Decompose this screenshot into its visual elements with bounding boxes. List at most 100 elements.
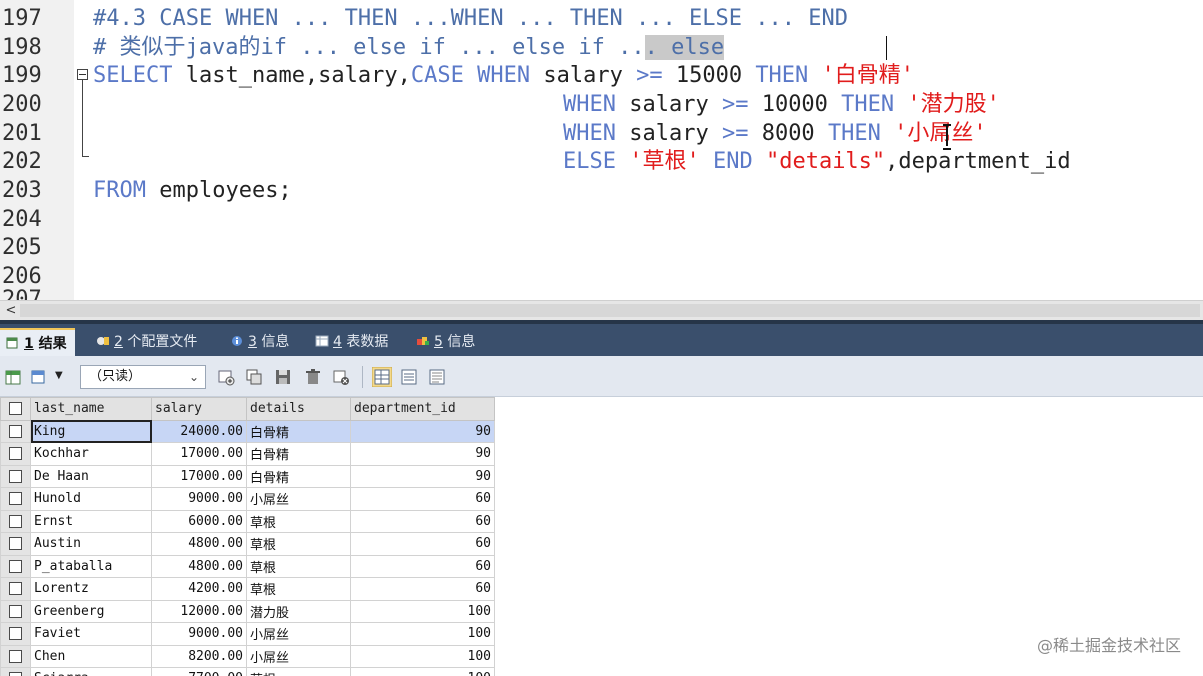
cell-department-id[interactable]: 90 <box>350 419 495 443</box>
cell-salary[interactable]: 7700.00 <box>151 667 247 676</box>
table-row[interactable]: Lorentz 4200.00 草根 60 <box>0 577 495 601</box>
cell-details[interactable]: 白骨精 <box>246 442 351 466</box>
cell-last-name[interactable]: Lorentz <box>30 577 152 601</box>
column-header-details[interactable]: details <box>246 397 351 421</box>
cell-department-id[interactable]: 100 <box>350 599 495 623</box>
table-row[interactable]: P_ataballa 4800.00 草根 60 <box>0 554 495 578</box>
row-checkbox[interactable] <box>0 622 31 646</box>
table-row[interactable]: King 24000.00 白骨精 90 <box>0 419 495 443</box>
cell-last-name[interactable]: King <box>30 419 152 443</box>
table-row[interactable]: Greenberg 12000.00 潜力股 100 <box>0 599 495 623</box>
dropdown-arrow-icon[interactable]: ▼ <box>55 370 63 381</box>
export-grid-icon[interactable] <box>4 368 22 386</box>
cell-last-name[interactable]: Greenberg <box>30 599 152 623</box>
cell-details[interactable]: 草根 <box>246 667 351 676</box>
cell-department-id[interactable]: 100 <box>350 667 495 676</box>
table-row[interactable]: Ernst 6000.00 草根 60 <box>0 509 495 533</box>
cell-department-id[interactable]: 90 <box>350 464 495 488</box>
cell-last-name[interactable]: Sciarra <box>30 667 152 676</box>
cell-department-id[interactable]: 60 <box>350 509 495 533</box>
tab-info[interactable]: 5 信息 <box>416 328 475 356</box>
result-grid[interactable]: last_name salary details department_id K… <box>0 397 1203 676</box>
row-checkbox[interactable] <box>0 419 31 443</box>
cell-salary[interactable]: 24000.00 <box>151 419 247 443</box>
fold-collapse-icon[interactable] <box>77 69 88 80</box>
cell-last-name[interactable]: Faviet <box>30 622 152 646</box>
cell-last-name[interactable]: Kochhar <box>30 442 152 466</box>
column-header-last-name[interactable]: last_name <box>30 397 152 421</box>
tab-messages[interactable]: 3 信息 <box>230 328 289 356</box>
cell-details[interactable]: 白骨精 <box>246 464 351 488</box>
cell-details[interactable]: 草根 <box>246 554 351 578</box>
cell-department-id[interactable]: 100 <box>350 644 495 668</box>
table-row[interactable]: Hunold 9000.00 小屌丝 60 <box>0 487 495 511</box>
cell-details[interactable]: 草根 <box>246 509 351 533</box>
cell-details[interactable]: 小屌丝 <box>246 622 351 646</box>
cell-salary[interactable]: 4800.00 <box>151 554 247 578</box>
cell-department-id[interactable]: 60 <box>350 577 495 601</box>
cell-salary[interactable]: 12000.00 <box>151 599 247 623</box>
delete-icon[interactable] <box>304 368 322 386</box>
select-all-checkbox[interactable] <box>0 397 31 421</box>
sql-editor[interactable]: 197 198 199 200 201 202 203 204 205 206 … <box>0 0 1203 300</box>
cell-details[interactable]: 草根 <box>246 532 351 556</box>
cell-details[interactable]: 白骨精 <box>246 419 351 443</box>
table-row[interactable]: Austin 4800.00 草根 60 <box>0 532 495 556</box>
row-checkbox[interactable] <box>0 554 31 578</box>
scroll-left-arrow-icon[interactable]: < <box>4 301 18 320</box>
cell-last-name[interactable]: Hunold <box>30 487 152 511</box>
cell-department-id[interactable]: 90 <box>350 442 495 466</box>
row-checkbox[interactable] <box>0 599 31 623</box>
cell-salary[interactable]: 17000.00 <box>151 464 247 488</box>
form-view-icon[interactable] <box>400 368 418 386</box>
cell-details[interactable]: 草根 <box>246 577 351 601</box>
table-row[interactable]: De Haan 17000.00 白骨精 90 <box>0 464 495 488</box>
cell-department-id[interactable]: 60 <box>350 554 495 578</box>
cell-department-id[interactable]: 100 <box>350 622 495 646</box>
duplicate-row-icon[interactable] <box>245 368 263 386</box>
cell-salary[interactable]: 6000.00 <box>151 509 247 533</box>
readonly-mode-select[interactable]: （只读） ⌄ <box>80 365 206 389</box>
row-checkbox[interactable] <box>0 464 31 488</box>
import-grid-icon[interactable] <box>30 368 48 386</box>
cell-salary[interactable]: 9000.00 <box>151 622 247 646</box>
cell-salary[interactable]: 4200.00 <box>151 577 247 601</box>
grid-view-icon[interactable] <box>372 367 392 387</box>
row-checkbox[interactable] <box>0 577 31 601</box>
editor-horizontal-scrollbar[interactable]: < <box>0 300 1203 320</box>
add-row-icon[interactable] <box>217 368 235 386</box>
column-header-department-id[interactable]: department_id <box>350 397 495 421</box>
cell-last-name[interactable]: De Haan <box>30 464 152 488</box>
scroll-track[interactable] <box>20 304 1200 317</box>
cancel-changes-icon[interactable] <box>332 368 350 386</box>
row-checkbox[interactable] <box>0 487 31 511</box>
tab-profiles[interactable]: 2 个配置文件 <box>96 328 197 356</box>
table-row[interactable]: Kochhar 17000.00 白骨精 90 <box>0 442 495 466</box>
cell-last-name[interactable]: Chen <box>30 644 152 668</box>
cell-last-name[interactable]: Austin <box>30 532 152 556</box>
row-checkbox[interactable] <box>0 667 31 676</box>
table-row[interactable]: Faviet 9000.00 小屌丝 100 <box>0 622 495 646</box>
cell-details[interactable]: 小屌丝 <box>246 644 351 668</box>
row-checkbox[interactable] <box>0 442 31 466</box>
text-view-icon[interactable] <box>428 368 446 386</box>
tab-table-data[interactable]: 4 表数据 <box>315 328 388 356</box>
row-checkbox[interactable] <box>0 644 31 668</box>
row-checkbox[interactable] <box>0 509 31 533</box>
cell-salary[interactable]: 8200.00 <box>151 644 247 668</box>
save-icon[interactable] <box>274 368 292 386</box>
cell-department-id[interactable]: 60 <box>350 487 495 511</box>
table-row[interactable]: Chen 8200.00 小屌丝 100 <box>0 644 495 668</box>
cell-details[interactable]: 潜力股 <box>246 599 351 623</box>
column-header-salary[interactable]: salary <box>151 397 247 421</box>
tab-results[interactable]: 1 结果 <box>0 328 75 356</box>
cell-salary[interactable]: 4800.00 <box>151 532 247 556</box>
cell-department-id[interactable]: 60 <box>350 532 495 556</box>
cell-last-name[interactable]: Ernst <box>30 509 152 533</box>
cell-last-name[interactable]: P_ataballa <box>30 554 152 578</box>
cell-details[interactable]: 小屌丝 <box>246 487 351 511</box>
cell-salary[interactable]: 17000.00 <box>151 442 247 466</box>
cell-salary[interactable]: 9000.00 <box>151 487 247 511</box>
row-checkbox[interactable] <box>0 532 31 556</box>
table-row[interactable]: Sciarra7700.00草根100 <box>0 667 495 676</box>
